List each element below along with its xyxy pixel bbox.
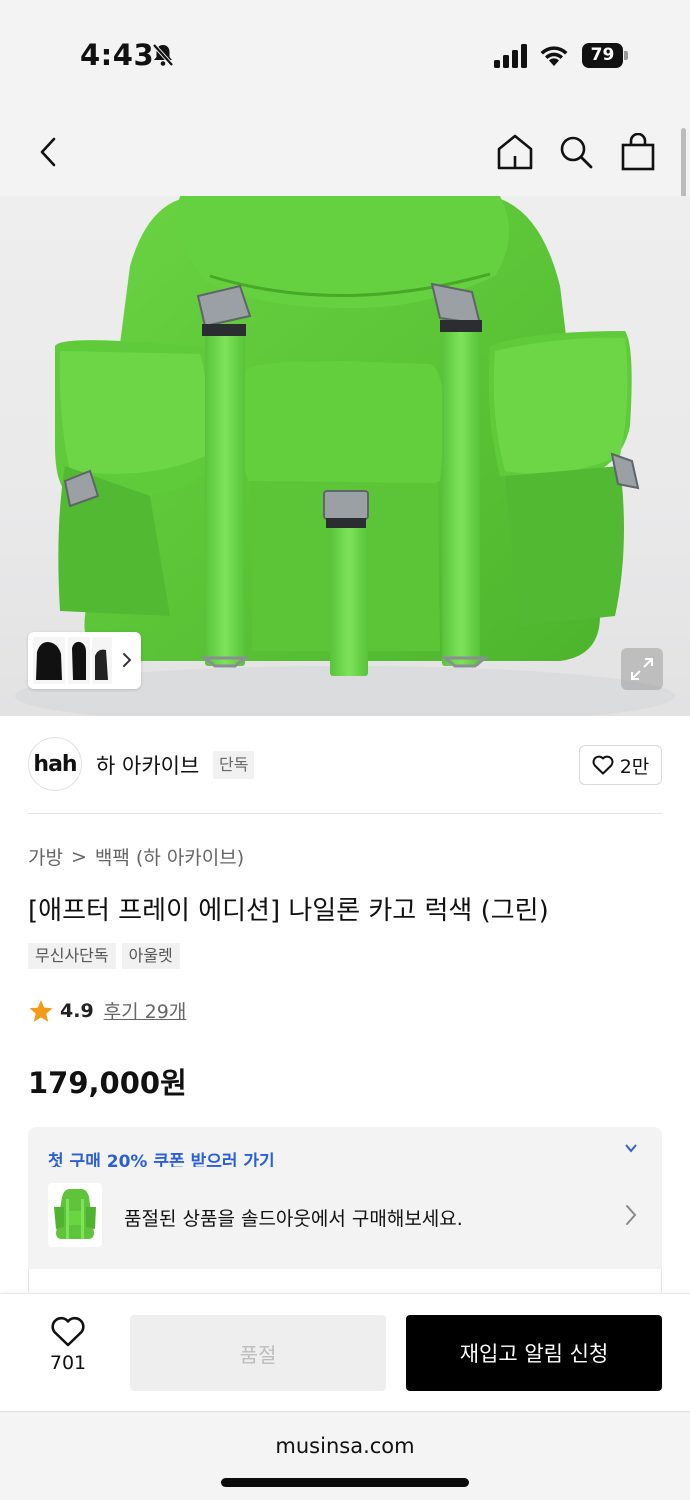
heart-icon xyxy=(592,755,614,775)
brand-like-count: 2만 xyxy=(619,755,650,778)
back-button[interactable] xyxy=(26,130,70,174)
soldout-market-text[interactable]: 품절된 상품을 솔드아웃에서 구매해보세요. xyxy=(124,1204,463,1231)
expand-image-button[interactable] xyxy=(621,648,663,690)
home-indicator[interactable] xyxy=(221,1478,469,1487)
chevron-right-icon[interactable] xyxy=(624,1203,638,1227)
image-thumbnail-strip[interactable] xyxy=(28,632,141,689)
rating-score: 4.9 xyxy=(60,999,94,1022)
exclusive-badge: 단독 xyxy=(213,751,255,779)
soldout-button[interactable]: 품절 xyxy=(130,1315,386,1391)
bottom-action-bar: 701 품절 재입고 알림 신청 xyxy=(0,1293,690,1411)
breadcrumb-separator: > xyxy=(70,845,87,868)
cart-button[interactable] xyxy=(616,130,660,174)
wifi-icon xyxy=(540,46,568,66)
breadcrumb: 가방 > 백팩 (하 아카이브) xyxy=(28,843,244,870)
battery-level: 79 xyxy=(582,43,623,68)
rating-row: 4.9 후기 29개 xyxy=(28,997,186,1024)
promo-box: 첫 구매 20% 쿠폰 받으러 가기 품절된 상품을 솔드아웃에서 구매해보세요… xyxy=(28,1127,662,1297)
battery-indicator: 79 xyxy=(582,43,628,68)
home-button[interactable] xyxy=(493,130,537,174)
tag-outlet: 아울렛 xyxy=(121,943,180,969)
wishlist-button[interactable]: 701 xyxy=(28,1316,108,1394)
brand-like-button[interactable]: 2만 xyxy=(579,745,662,785)
product-title: [애프터 프레이 에디션] 나일론 카고 럭색 (그린) xyxy=(28,896,549,926)
chevron-left-icon xyxy=(40,137,56,167)
battery-cap xyxy=(624,51,628,60)
review-link[interactable]: 후기 29개 xyxy=(104,997,187,1024)
url-text[interactable]: musinsa.com xyxy=(0,1434,690,1458)
bell-muted-icon xyxy=(152,43,174,67)
soldout-product-thumbnail xyxy=(48,1183,102,1247)
product-tags: 무신사단독 아울렛 xyxy=(28,943,180,969)
shopping-bag-icon xyxy=(621,133,655,171)
cellular-signal-icon xyxy=(494,44,527,68)
wishlist-count: 701 xyxy=(49,1352,87,1374)
green-backpack-thumbnail xyxy=(54,1189,96,1239)
restock-alert-button[interactable]: 재입고 알림 신청 xyxy=(406,1315,662,1391)
tag-exclusive: 무신사단독 xyxy=(28,943,116,969)
home-icon xyxy=(497,134,533,170)
search-icon xyxy=(560,136,593,169)
brand-logo[interactable]: hah xyxy=(28,737,82,791)
browser-url-bar[interactable]: musinsa.com xyxy=(0,1411,690,1500)
breadcrumb-category[interactable]: 가방 xyxy=(28,843,63,870)
search-button[interactable] xyxy=(554,130,598,174)
breadcrumb-subcategory[interactable]: 백팩 (하 아카이브) xyxy=(95,843,244,870)
star-icon xyxy=(29,999,53,1022)
status-bar: 4:43 79 xyxy=(0,0,690,110)
status-time: 4:43 xyxy=(80,38,155,72)
brand-row: hah 하 아카이브 단독 2만 xyxy=(0,716,690,814)
brand-name[interactable]: 하 아카이브 xyxy=(96,750,199,780)
coupon-chevron-icon xyxy=(625,1144,637,1153)
divider xyxy=(28,813,662,814)
coupon-banner[interactable]: 첫 구매 20% 쿠폰 받으러 가기 xyxy=(48,1149,275,1167)
heart-icon xyxy=(51,1316,85,1347)
top-nav-bar xyxy=(0,110,690,196)
expand-icon xyxy=(631,658,653,680)
thumbnail-images xyxy=(33,637,132,684)
product-price: 179,000원 xyxy=(28,1066,187,1100)
